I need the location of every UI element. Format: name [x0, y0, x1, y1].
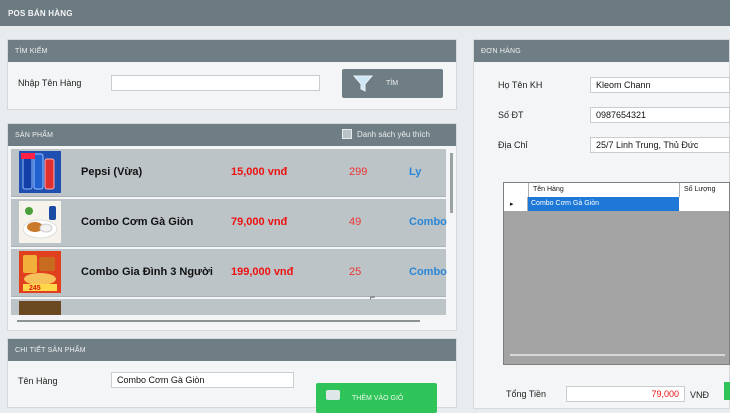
- product-unit: Combo: [409, 266, 447, 278]
- product-row[interactable]: Pepsi (Vừa) 15,000 vnđ 299 Ly: [11, 149, 446, 197]
- product-qty: 49: [349, 216, 362, 228]
- customer-name-label: Họ Tên KH: [498, 80, 543, 90]
- currency-label: VNĐ: [690, 390, 710, 400]
- phone-label: Số ĐT: [498, 110, 524, 120]
- address-field[interactable]: 25/7 Linh Trung, Thủ Đức: [590, 137, 730, 153]
- app-title-bar: POS BÁN HÀNG: [0, 0, 730, 26]
- favorites-label: Danh sách yêu thích: [357, 129, 430, 139]
- app-title: POS BÁN HÀNG: [8, 9, 73, 18]
- search-input[interactable]: [111, 75, 320, 91]
- product-name: Pepsi (Vừa): [81, 166, 143, 178]
- partial-thumbnail: [19, 301, 61, 315]
- search-button-label: TÌM: [386, 80, 399, 87]
- product-row[interactable]: Combo Cơm Gà Giòn 79,000 vnđ 49 Combo: [11, 199, 447, 247]
- row-pointer-icon: ▸: [504, 197, 528, 211]
- customer-name-field[interactable]: Kleom Chann: [590, 77, 730, 93]
- detail-name-field[interactable]: Combo Cơm Gà Giòn: [111, 372, 294, 388]
- product-price: 199,000 vnđ: [231, 266, 294, 278]
- cart-icon: [326, 390, 340, 400]
- detail-name-label: Tên Hàng: [18, 376, 58, 386]
- detail-panel-header: CHI TIẾT SẢN PHẨM: [8, 339, 456, 361]
- total-label: Tổng Tiền: [506, 389, 547, 399]
- product-unit: Combo: [409, 216, 447, 228]
- search-panel-header: TÌM KIẾM: [8, 40, 456, 62]
- mouse-cursor-icon: ⌐: [370, 292, 376, 302]
- product-qty: 299: [349, 166, 368, 178]
- combo-family-thumbnail: 245: [19, 251, 61, 293]
- search-button[interactable]: TÌM: [342, 69, 443, 98]
- checkout-button-edge[interactable]: [724, 382, 730, 400]
- order-panel-header: ĐƠN HÀNG: [474, 40, 729, 62]
- combo-chicken-thumbnail: [19, 201, 61, 243]
- address-label: Địa Chỉ: [498, 140, 528, 150]
- product-name: Combo Gia Đình 3 Người: [81, 266, 213, 278]
- favorites-checkbox[interactable]: Danh sách yêu thích: [342, 129, 430, 139]
- product-price: 15,000 vnđ: [231, 166, 288, 178]
- product-price: 79,000 vnđ: [231, 216, 288, 228]
- products-horizontal-scrollbar[interactable]: [17, 320, 420, 322]
- add-to-cart-label: THÊM VÀO GIỎ: [352, 395, 404, 402]
- checkbox-icon: [342, 129, 352, 139]
- grid-horizontal-scrollbar[interactable]: [510, 354, 725, 356]
- product-name: Combo Cơm Gà Giòn: [81, 216, 194, 228]
- grid-column-header[interactable]: Số Lượng: [679, 183, 730, 197]
- grid-cell-selected[interactable]: Combo Cơm Gà Giòn: [528, 197, 679, 211]
- product-unit: Ly: [409, 166, 422, 178]
- grid-header: Tên Hàng Số Lượng: [504, 183, 729, 198]
- product-qty: 25: [349, 266, 362, 278]
- order-items-grid[interactable]: Tên Hàng Số Lượng ▸ Combo Cơm Gà Giòn: [503, 182, 730, 365]
- phone-field[interactable]: 0987654321: [590, 107, 730, 123]
- product-row-partial[interactable]: [11, 299, 446, 315]
- grid-column-header[interactable]: Tên Hàng: [528, 183, 679, 197]
- search-label: Nhập Tên Hàng: [18, 78, 82, 88]
- add-to-cart-button[interactable]: THÊM VÀO GIỎ: [316, 383, 437, 413]
- filter-icon: [352, 75, 374, 92]
- pepsi-thumbnail: [19, 151, 61, 193]
- product-row[interactable]: 245 Combo Gia Đình 3 Người 199,000 vnđ 2…: [11, 249, 447, 297]
- thumbnail-price-text: 245: [29, 285, 41, 292]
- products-vertical-scrollbar[interactable]: [450, 153, 453, 213]
